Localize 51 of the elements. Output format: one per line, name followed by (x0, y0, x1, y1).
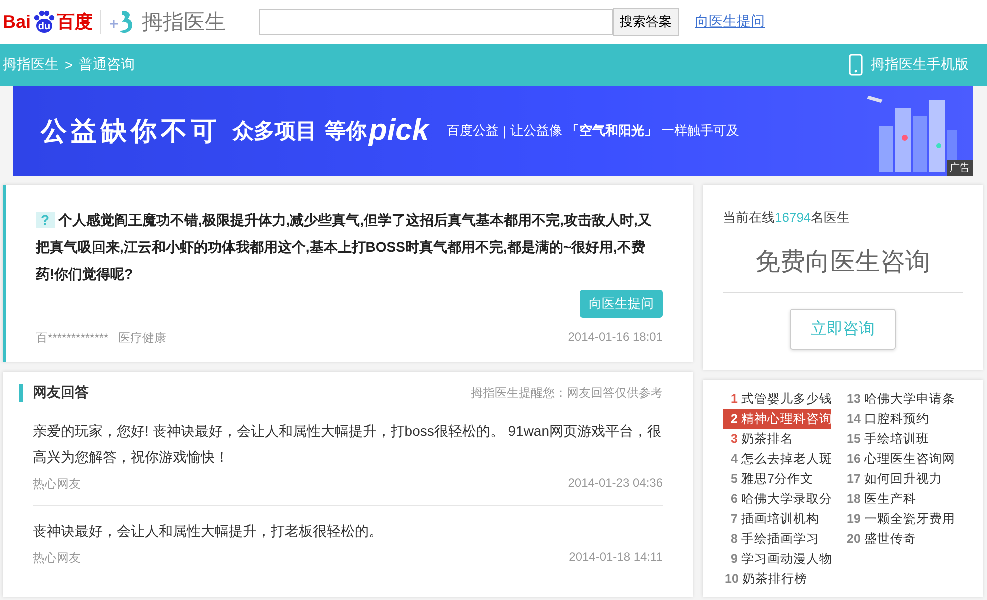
question-text: ? 个人感觉阎王魔功不错,极限提升体力,减少些真气,但学了这招后真气基本都用不完,攻击敌人时,又把真气吸回来,江云和小虾的功体我都用这个,基本上打BOSS时真气都用不完,都是满的~很好用,不费药!你们觉得呢? (36, 211, 653, 284)
logo-text: Bai (3, 12, 32, 32)
ask-doctor-link[interactable]: 向医生提问 (695, 13, 765, 31)
banner-divider: | (503, 124, 506, 138)
hot-search-item[interactable]: 5 雅思7分作文 (723, 469, 831, 489)
banner-slogan: 一样触手可及 (661, 122, 740, 140)
answer-text: 亲爱的玩家，您好! 丧神诀最好，会让人和属性大幅提升，打boss很轻松的。 91wan网页游戏平台，很高兴为您解答，祝你游戏愉快！ (33, 422, 662, 467)
answer-date: 2014-01-18 14:11 (569, 550, 663, 566)
consult-title: 免费向医生咨询 (723, 227, 963, 293)
banner-subtitle: 众多项目 (233, 119, 317, 145)
answer-text: 丧神诀最好，会让人和属性大幅提升，打老板很轻松的。 (33, 522, 384, 541)
section-title: 网友回答 (19, 384, 89, 402)
hot-search-item[interactable]: 15 手绘培训班 (845, 429, 965, 449)
search-field[interactable] (259, 8, 613, 34)
online-doctors-text: 当前在线16794名医生 (723, 209, 850, 227)
ad-label: 广告 (947, 160, 973, 176)
hot-search-item[interactable]: 18 医生产科 (845, 489, 965, 509)
hot-search-item[interactable]: 1 式管婴儿多少钱 (723, 389, 831, 409)
hot-search-item[interactable]: 4 怎么去掉老人斑 (723, 449, 831, 469)
banner-slogan: 「空气和阳光」 (566, 122, 658, 140)
answer-author: 热心网友 (33, 476, 81, 493)
hot-search-item[interactable]: 10 奶茶排行榜 (723, 569, 831, 589)
hot-search-item[interactable]: 8 手绘插画学习 (723, 529, 831, 549)
banner-headline: 公益缺你不可 (41, 114, 221, 148)
question-date: 2014-01-16 18:01 (568, 330, 663, 346)
answer-author: 热心网友 (33, 550, 81, 567)
banner-subtitle: 等你 (325, 119, 367, 145)
search-button[interactable]: 搜索答案 (613, 8, 679, 36)
hot-search-item[interactable]: 16 心理医生咨询网 (845, 449, 965, 469)
banner-slogan: 让公益像 (510, 122, 562, 140)
hot-search-item[interactable]: 3 奶茶排名 (723, 429, 831, 449)
hot-search-item[interactable]: 7 插画培训机构 (723, 509, 831, 529)
banner-pick-text: pick (369, 114, 430, 148)
brand-name: 拇指医生 (142, 10, 226, 36)
hot-search-item[interactable]: 14 口腔科预约 (845, 409, 965, 429)
hot-search-item[interactable]: 19 一颗全瓷牙费用 (845, 509, 965, 529)
breadcrumb-separator: > (65, 57, 74, 73)
hot-search-item[interactable]: 17 如何回升视力 (845, 469, 965, 489)
hot-search-item[interactable]: 13 哈佛大学申请条 (845, 389, 965, 409)
asker-name: 百************* (36, 330, 109, 347)
disclaimer-note: 拇指医生提醒您：网友回答仅供参考 (471, 384, 663, 402)
banner-org: 百度公益 (447, 122, 500, 140)
hot-search-item[interactable]: 20 盛世传奇 (845, 529, 965, 549)
logo-text: 百度 (57, 11, 94, 34)
hot-search-item[interactable]: 2 精神心理科咨询 (723, 409, 831, 429)
hot-search-item[interactable]: 6 哈佛大学录取分 (723, 489, 831, 509)
answer-date: 2014-01-23 04:36 (568, 476, 663, 492)
phone-icon (849, 54, 863, 76)
ad-banner[interactable]: 公益缺你不可 众多项目 等你pick 百度公益 | 让公益像 「空气和阳光」 一样触手可及 广告 (13, 86, 973, 176)
hot-search-item[interactable]: 9 学习画动漫人物 (723, 549, 831, 569)
category-label: 医疗健康 (118, 330, 167, 347)
